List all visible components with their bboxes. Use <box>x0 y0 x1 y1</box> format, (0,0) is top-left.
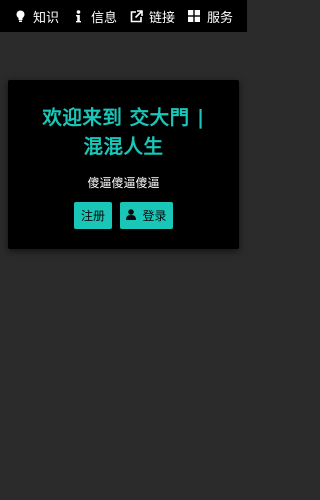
external-link-icon <box>130 9 143 23</box>
welcome-headline-line1: 欢迎来到 交大門 | <box>42 106 205 129</box>
grid-icon <box>188 10 201 23</box>
nav-item-info-label: 信息 <box>90 10 117 26</box>
welcome-headline-line2: 混混人生 <box>83 135 164 158</box>
info-icon <box>72 9 85 23</box>
welcome-tagline: 傻逼傻逼傻逼 <box>87 176 160 190</box>
top-navigation: 知识 信息 链接 服务 <box>0 0 247 32</box>
nav-item-knowledge-label: 知识 <box>33 10 60 26</box>
register-button-label: 注册 <box>80 209 105 223</box>
nav-item-services-label: 服务 <box>206 10 233 26</box>
nav-item-info[interactable]: 信息 <box>72 7 117 26</box>
register-button[interactable]: 注册 <box>74 202 112 229</box>
nav-item-services[interactable]: 服务 <box>188 7 233 26</box>
nav-item-knowledge[interactable]: 知识 <box>14 7 59 26</box>
lightbulb-icon <box>14 10 27 23</box>
login-button[interactable]: 登录 <box>120 202 173 229</box>
nav-item-links[interactable]: 链接 <box>130 7 175 26</box>
user-icon <box>126 208 137 223</box>
login-button-label: 登录 <box>142 209 167 223</box>
auth-actions: 注册 登录 <box>8 202 239 229</box>
welcome-card: 欢迎来到 交大門 | 混混人生 傻逼傻逼傻逼 注册 登录 <box>8 80 239 249</box>
welcome-headline: 欢迎来到 交大門 | 混混人生 <box>8 80 239 161</box>
nav-item-links-label: 链接 <box>148 10 175 26</box>
